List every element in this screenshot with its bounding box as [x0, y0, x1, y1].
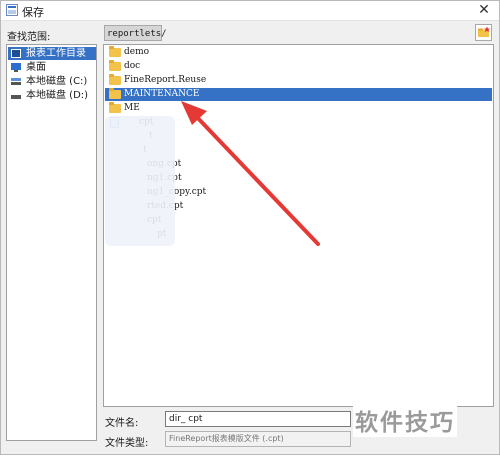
- file-name-input[interactable]: dir_ cpt: [165, 411, 351, 427]
- red-arrow-annotation: [181, 101, 320, 246]
- file-name-value: dir_ cpt: [169, 414, 203, 424]
- watermark-text: 软件技巧: [353, 403, 457, 437]
- file-name-label: 文件名:: [105, 418, 139, 429]
- file-type-value: FineReport报表模版文件 (.cpt): [169, 434, 284, 443]
- file-type-label: 文件类型:: [105, 438, 149, 449]
- save-dialog: 保存 ✕ 查找范围: reportlets/ 报表工作目录 桌面 本地磁盘 (C…: [0, 0, 500, 455]
- file-type-combo[interactable]: FineReport报表模版文件 (.cpt): [165, 431, 351, 447]
